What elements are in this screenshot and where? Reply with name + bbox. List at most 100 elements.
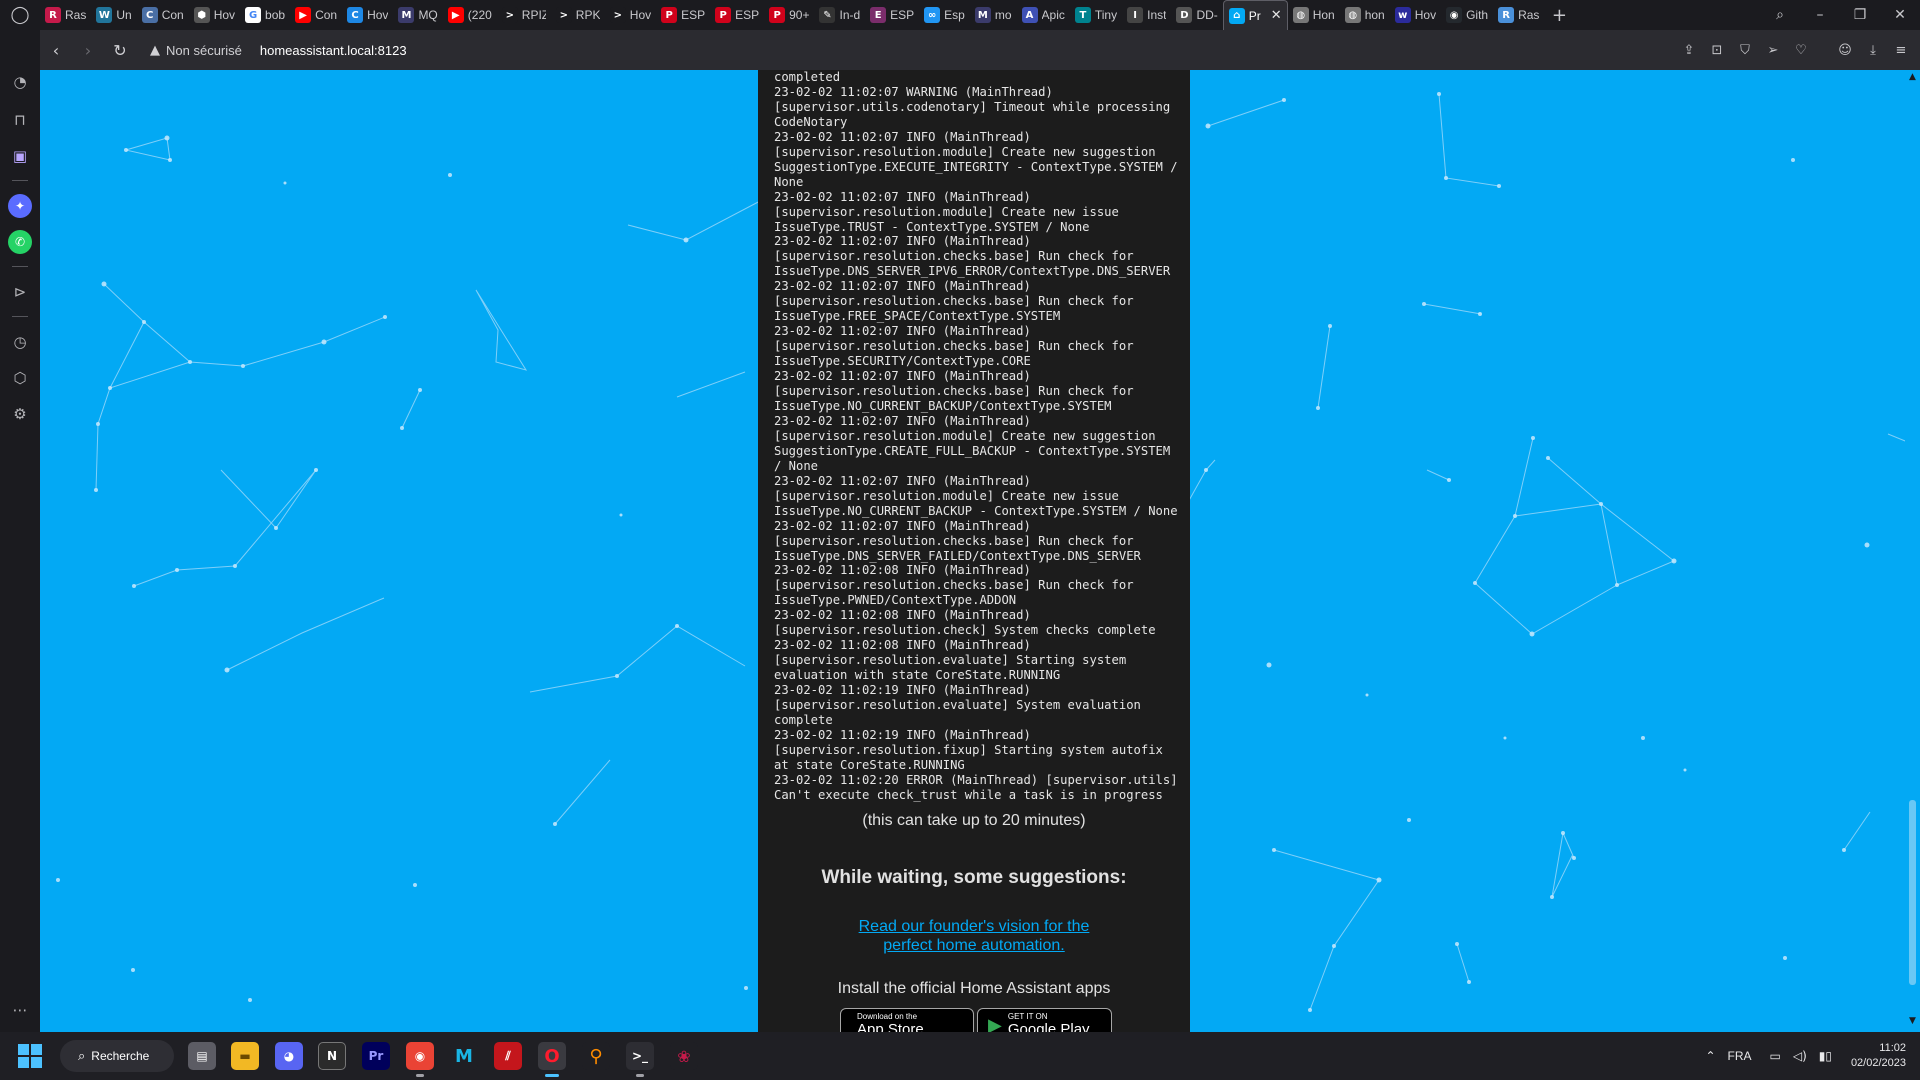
history-icon[interactable]: ◷ (8, 330, 32, 354)
file-explorer-icon[interactable]: ▬ (231, 1042, 259, 1070)
terminal-icon[interactable]: >_ (626, 1042, 654, 1077)
security-indicator[interactable]: ▲ Non sécurisé (150, 43, 242, 58)
browser-tab[interactable]: > RPK (551, 2, 605, 28)
speed-dial-icon[interactable]: ◔ (8, 70, 32, 94)
founder-vision-link[interactable]: Read our founder's vision for the perfec… (758, 917, 1190, 955)
tab-label: (220 (467, 8, 492, 22)
forward-button[interactable]: › (72, 34, 104, 66)
url-field[interactable]: homeassistant.local:8123 (260, 43, 407, 58)
volume-icon[interactable]: ◁) (1793, 1049, 1807, 1063)
browser-tab[interactable]: ✎ In-d (814, 2, 865, 28)
app-m-icon[interactable]: M (450, 1042, 478, 1070)
snapshot-icon[interactable]: ⊡ (1704, 43, 1730, 58)
close-tab-icon[interactable]: ✕ (1271, 8, 1282, 23)
log-line: [supervisor.resolution.module] Create ne… (774, 204, 1119, 219)
log-line: [supervisor.resolution.check] System che… (774, 623, 1156, 638)
settings-icon[interactable]: ⚙ (8, 402, 32, 426)
globe-favicon-icon: ◍ (1292, 7, 1309, 23)
opera-icon[interactable]: O (538, 1042, 566, 1077)
browser-tab[interactable]: ◍ Hon (1288, 2, 1340, 28)
tab-label: hon (1364, 8, 1385, 22)
raspberry-favicon-icon: R (1498, 7, 1515, 23)
scroll-down-arrow-icon[interactable]: ▼ (1905, 1016, 1920, 1030)
browser-tab[interactable]: A Apic (1017, 2, 1070, 28)
shield-icon[interactable]: ⛉ (1732, 43, 1758, 58)
task-view-icon[interactable]: ▤ (188, 1042, 216, 1070)
browser-tab[interactable]: E ESP (865, 2, 919, 28)
log-line: at state CoreState.RUNNING (774, 757, 965, 772)
install-favicon-icon: I (1127, 7, 1144, 23)
browser-tab[interactable]: R Ras (1493, 2, 1544, 28)
browser-tab[interactable]: C Hov (342, 2, 393, 28)
log-line: complete (774, 712, 833, 727)
tab-search-icon[interactable]: ⌕ (1760, 7, 1800, 23)
browser-tab[interactable]: P ESP (656, 2, 710, 28)
log-line: 23-02-02 11:02:07 INFO (MainThread) (774, 279, 1031, 294)
browser-tab[interactable]: ⌂ Pr ✕ (1222, 0, 1288, 30)
tab-label: Inst (1147, 8, 1167, 22)
easy-setup-icon[interactable]: ≡ (1888, 43, 1914, 58)
reload-button[interactable]: ↻ (104, 34, 136, 66)
browser-tab[interactable]: ◍ hon (1340, 2, 1390, 28)
download-icon[interactable]: ⤓ (1860, 43, 1886, 58)
browser-tab[interactable]: ▶ Con (290, 2, 342, 28)
taskbar-clock[interactable]: 11:02 02/02/2023 (1844, 1041, 1906, 1071)
share-icon[interactable]: ⇪ (1676, 43, 1702, 58)
browser-tab[interactable]: > Hov (605, 2, 656, 28)
windows-start-button[interactable] (18, 1044, 42, 1068)
show-hidden-icons-chevron-icon[interactable]: ⌃ (1705, 1049, 1715, 1063)
browser-tab[interactable]: T Tiny (1070, 2, 1122, 28)
notion-icon[interactable]: N (318, 1042, 346, 1070)
discord-icon[interactable]: ◕ (275, 1042, 303, 1070)
browser-tab[interactable]: W Un (91, 2, 136, 28)
more-options-icon[interactable]: ⋯ (8, 998, 32, 1022)
browser-tab[interactable]: D DD- (1171, 2, 1222, 28)
browser-tab[interactable]: C Con (137, 2, 189, 28)
extensions-icon[interactable]: ⬡ (8, 366, 32, 390)
back-button[interactable]: ‹ (40, 34, 72, 66)
autodesk-icon[interactable]: ⫽ (494, 1042, 522, 1070)
shopping-bag-icon[interactable]: ⊓ (8, 108, 32, 132)
app-store-badge[interactable]: Download on the App Store (840, 1008, 974, 1032)
close-window-button[interactable]: ✕ (1880, 7, 1920, 23)
heart-icon[interactable]: ♡ (1788, 43, 1814, 58)
raspberry-pi-imager-icon[interactable]: ❀ (670, 1042, 698, 1070)
chrome-icon[interactable]: ◉ (406, 1042, 434, 1077)
browser-tab[interactable]: Gbob (240, 2, 290, 28)
browser-tab[interactable]: ∞ Esp (919, 2, 970, 28)
browser-tab[interactable]: R Ras (40, 2, 91, 28)
opera-menu-icon[interactable]: ◯ (0, 0, 40, 30)
whatsapp-icon[interactable]: ✆ (8, 230, 32, 254)
browser-tab[interactable]: ▶ (220 (443, 2, 497, 28)
language-indicator[interactable]: FRA (1728, 1049, 1752, 1063)
restore-button[interactable]: ❐ (1840, 7, 1880, 23)
log-line: evaluation with state CoreState.RUNNING (774, 668, 1061, 683)
minimize-button[interactable]: – (1800, 7, 1840, 23)
google-play-badge[interactable]: ▶ GET IT ON Google Play (977, 1008, 1112, 1032)
browser-tab[interactable]: M MQ (393, 2, 442, 28)
account-icon[interactable]: ☺ (1832, 43, 1858, 58)
browser-tab[interactable]: > RPIZ (497, 2, 551, 28)
circle-favicon-icon: C (347, 7, 364, 23)
browser-tab[interactable]: P 90+ (764, 2, 814, 28)
browser-tab[interactable]: ◉ Gith (1441, 2, 1493, 28)
page-scrollbar[interactable]: ▲ ▼ (1905, 70, 1920, 1032)
browser-tab[interactable]: ⬢ Hov (189, 2, 240, 28)
browser-tab[interactable]: P ESP (710, 2, 764, 28)
browser-tab[interactable]: Mmo (970, 2, 1017, 28)
browser-tab[interactable]: w Hov (1390, 2, 1441, 28)
new-tab-button[interactable]: + (1544, 5, 1574, 26)
player-icon[interactable]: ⊳ (8, 280, 32, 304)
tab-label: Hov (1414, 8, 1437, 22)
taskbar-search[interactable]: ⌕ Recherche (60, 1040, 174, 1072)
scroll-up-arrow-icon[interactable]: ▲ (1905, 72, 1920, 86)
premiere-pro-icon[interactable]: Pr (362, 1042, 390, 1070)
search-tool-icon[interactable]: ⚲ (582, 1042, 610, 1070)
messenger-icon[interactable]: ✦ (8, 194, 32, 218)
battery-icon[interactable]: ▮▯ (1819, 1049, 1832, 1063)
browser-tab[interactable]: I Inst (1122, 2, 1171, 28)
scrollbar-thumb[interactable] (1909, 800, 1916, 985)
network-icon[interactable]: ▭ (1770, 1049, 1781, 1063)
send-icon[interactable]: ➢ (1760, 43, 1786, 58)
twitch-icon[interactable]: ▣ (8, 144, 32, 168)
